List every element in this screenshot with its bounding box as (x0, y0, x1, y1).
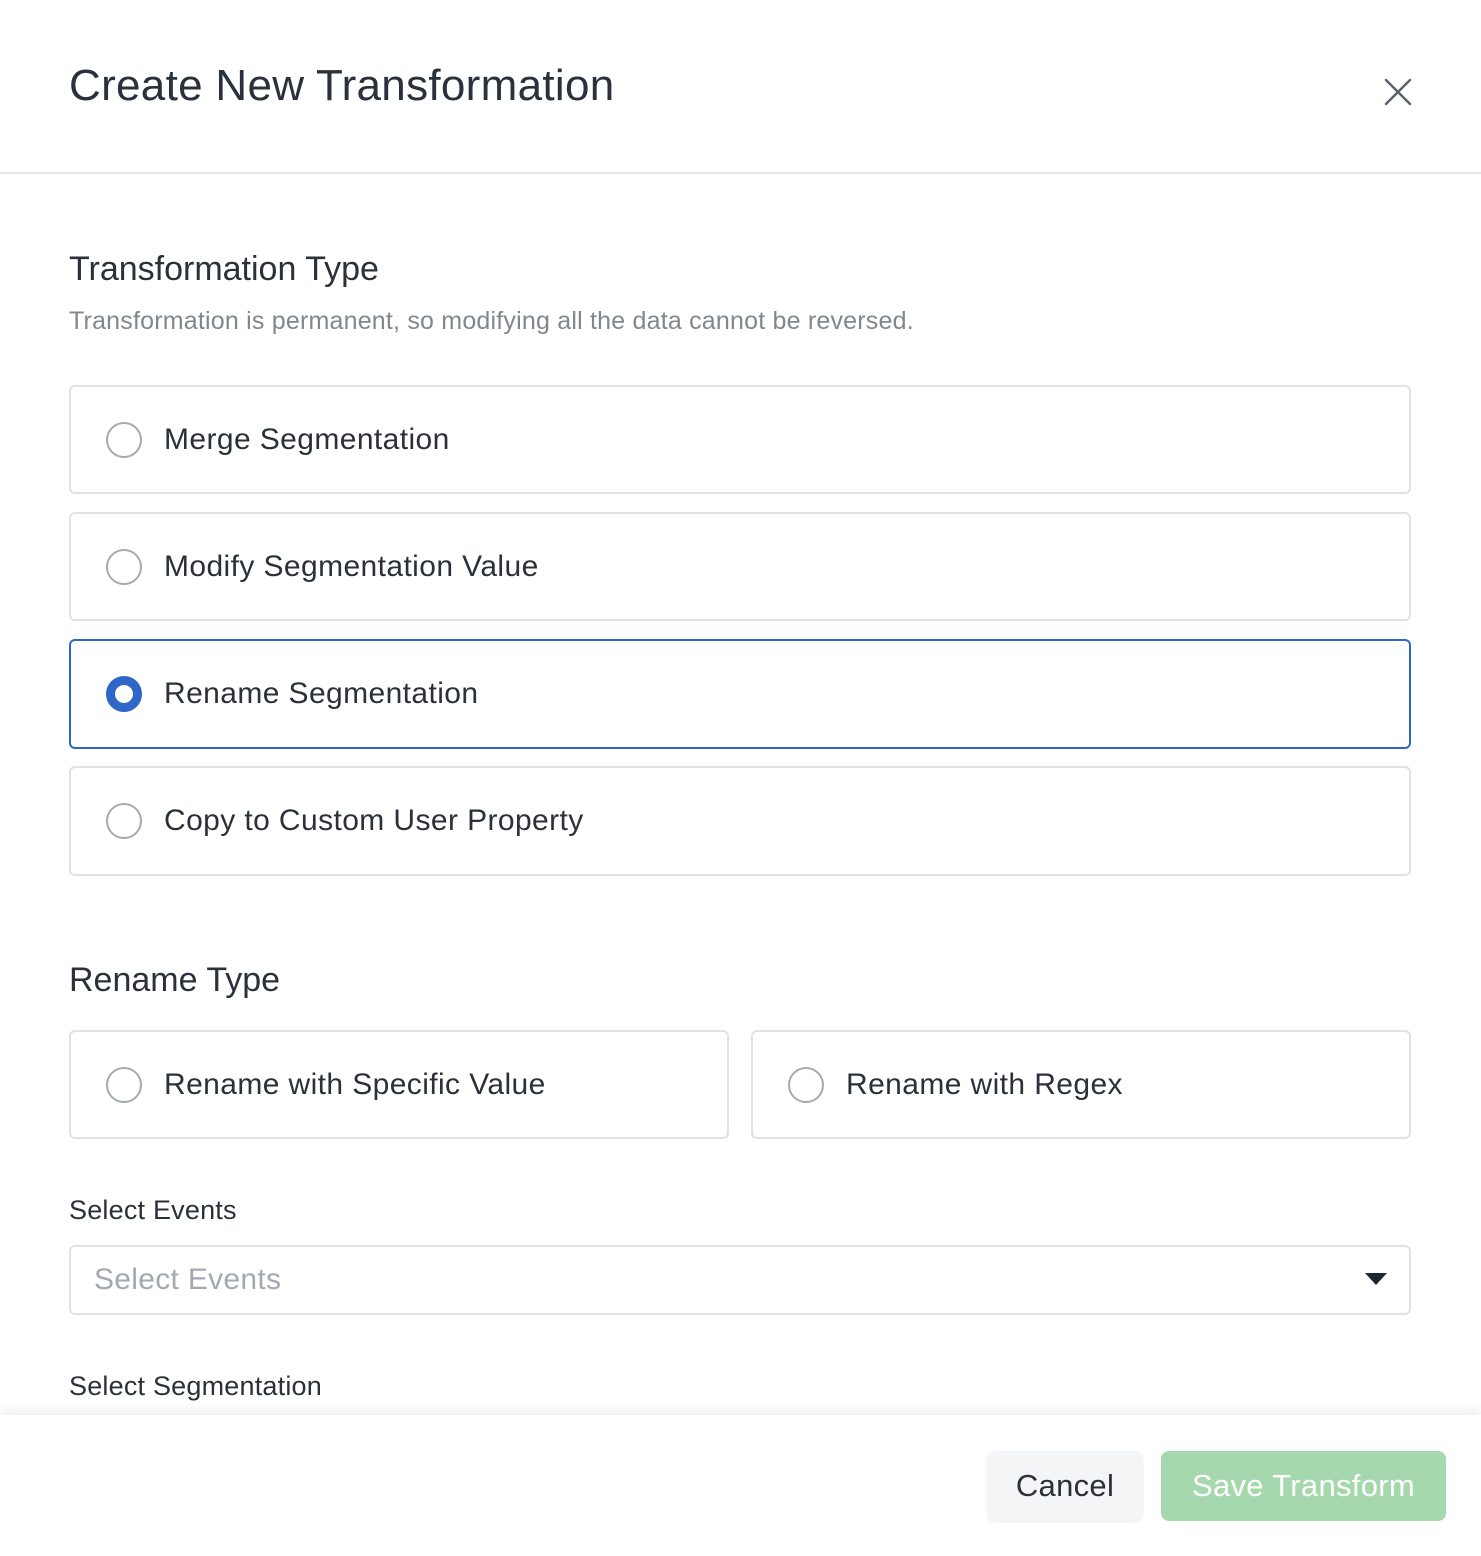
option-merge-segmentation[interactable]: Merge Segmentation (69, 385, 1411, 494)
option-label: Rename Segmentation (164, 677, 479, 710)
cancel-button[interactable]: Cancel (987, 1451, 1143, 1521)
radio-button[interactable] (106, 421, 142, 458)
option-label: Copy to Custom User Property (164, 804, 584, 837)
transformation-type-title: Transformation Type (69, 250, 379, 288)
option-modify-segmentation-value[interactable]: Modify Segmentation Value (69, 512, 1411, 621)
radio-button[interactable] (106, 803, 142, 839)
option-rename-with-specific-value[interactable]: Rename with Specific Value (69, 1030, 729, 1139)
option-rename-segmentation[interactable]: Rename Segmentation (69, 639, 1411, 749)
option-label: Modify Segmentation Value (164, 549, 539, 583)
dialog-title: Create New Transformation (69, 61, 615, 110)
radio-button[interactable] (106, 1066, 142, 1103)
radio-button[interactable] (106, 548, 142, 585)
select-segmentation-label: Select Segmentation (69, 1371, 322, 1401)
select-events-placeholder: Select Events (94, 1263, 282, 1296)
option-rename-with-regex[interactable]: Rename with Regex (751, 1030, 1411, 1139)
dialog-footer: Cancel Save Transform (0, 1415, 1481, 1556)
save-transform-button[interactable]: Save Transform (1161, 1451, 1446, 1521)
close-icon (1384, 78, 1412, 106)
radio-button[interactable] (788, 1066, 824, 1103)
rename-type-title: Rename Type (69, 961, 281, 999)
option-label: Merge Segmentation (164, 422, 450, 456)
radio-button-selected[interactable] (106, 676, 142, 712)
caret-down-icon (1365, 1273, 1387, 1285)
transformation-type-subtitle: Transformation is permanent, so modifyin… (69, 307, 914, 335)
option-label: Rename with Specific Value (164, 1067, 546, 1101)
close-button[interactable] (1374, 68, 1422, 116)
dialog-header: Create New Transformation (0, 0, 1481, 174)
create-transformation-dialog: Create New Transformation Transformation… (0, 0, 1481, 1556)
select-events-label: Select Events (69, 1195, 237, 1225)
option-label: Rename with Regex (846, 1067, 1123, 1101)
option-copy-to-custom-user-property[interactable]: Copy to Custom User Property (69, 766, 1411, 876)
select-events-dropdown[interactable]: Select Events (69, 1245, 1411, 1315)
